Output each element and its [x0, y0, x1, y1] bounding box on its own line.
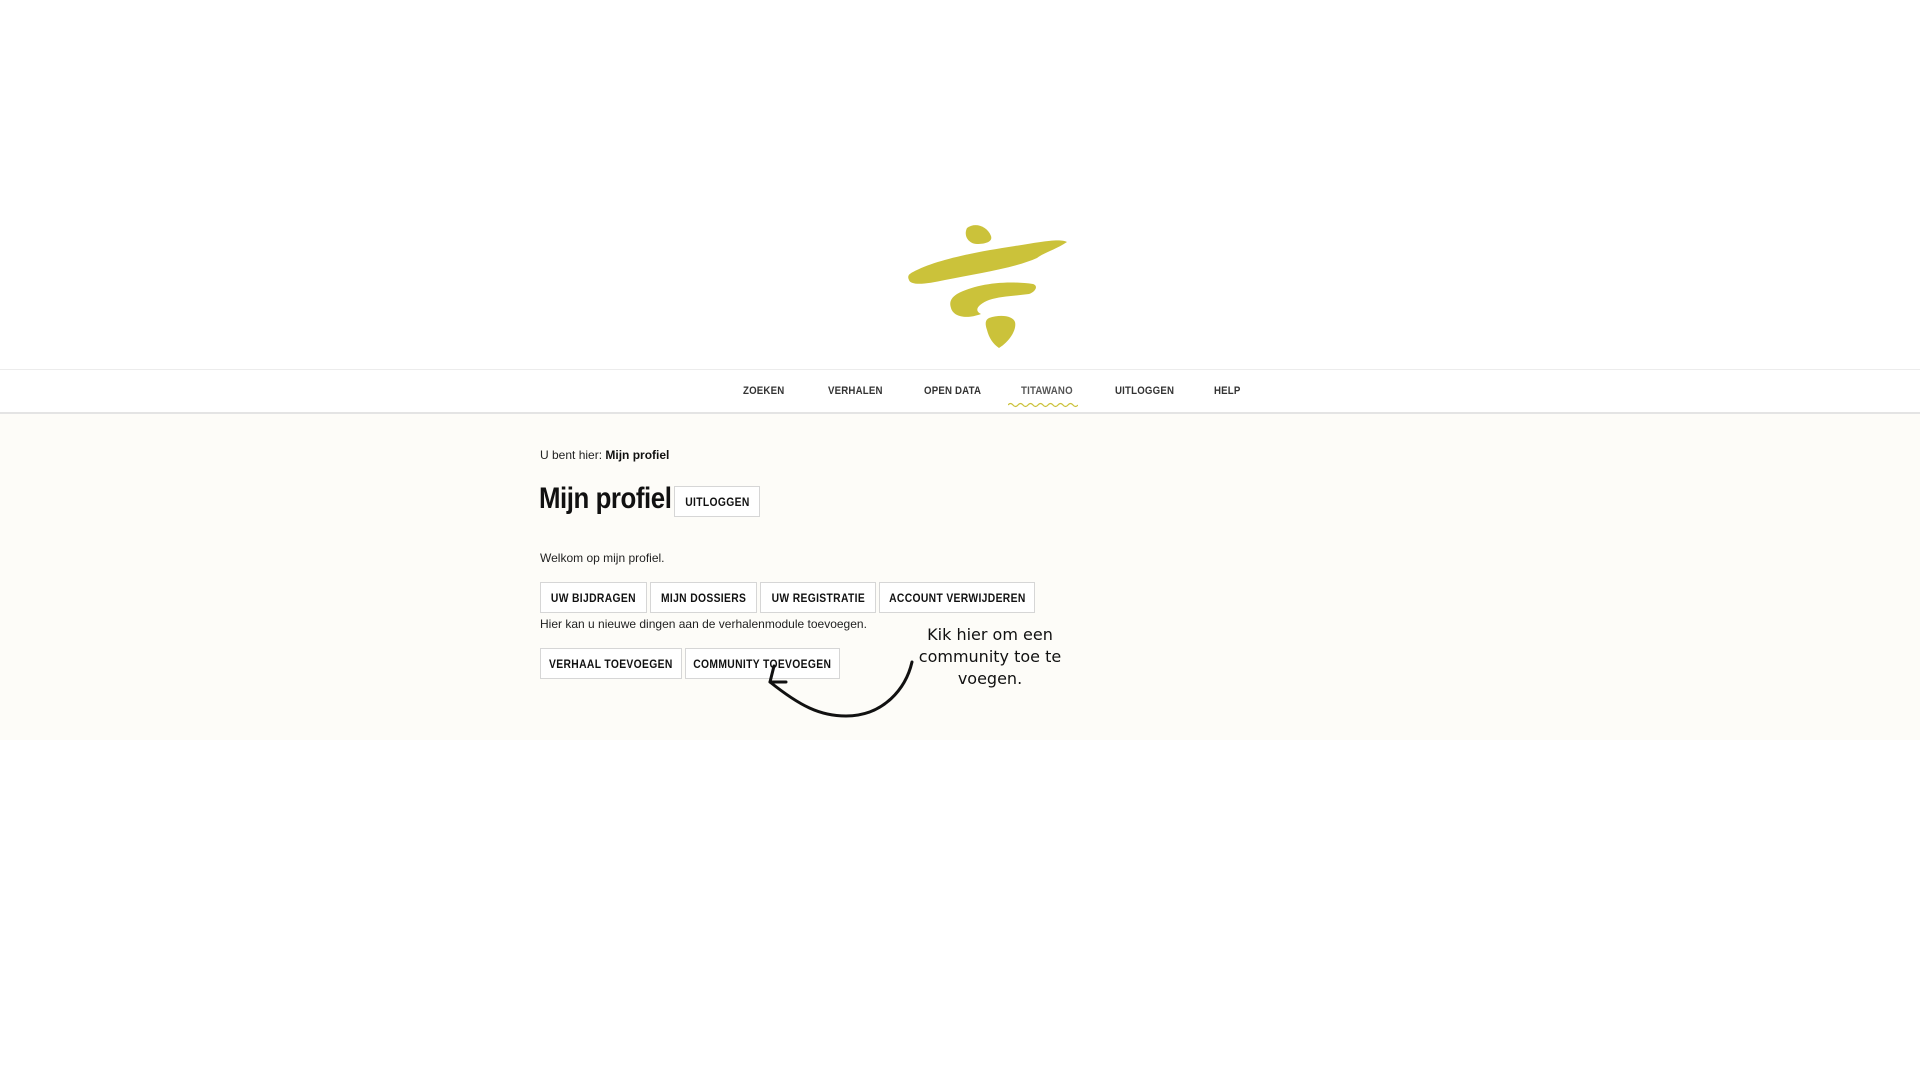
site-logo[interactable]	[905, 220, 1070, 350]
logout-button-label: UITLOGGEN	[684, 494, 750, 509]
breadcrumb-current: Mijn profiel	[605, 448, 670, 462]
nav-item-verhalen[interactable]: VERHALEN	[828, 385, 883, 397]
add-story-button-label: VERHAAL TOEVOEGEN	[549, 656, 673, 671]
tab-label: ACCOUNT VERWIJDEREN	[888, 590, 1026, 605]
nav-item-help[interactable]: HELP	[1214, 385, 1241, 397]
tab-uw-registratie[interactable]: UW REGISTRATIE	[760, 582, 876, 613]
tab-label: UW BIJDRAGEN	[551, 590, 636, 605]
annotation-text: Kik hier om een community toe te voegen.	[918, 625, 1062, 688]
nav-item-zoeken[interactable]: ZOEKEN	[743, 385, 784, 397]
breadcrumb: U bent hier: Mijn profiel	[540, 448, 669, 462]
main-nav: ZOEKEN VERHALEN OPEN DATA TITAWANO UITLO…	[0, 369, 1920, 414]
breadcrumb-prefix: U bent hier:	[540, 448, 603, 462]
tab-mijn-dossiers[interactable]: MIJN DOSSIERS	[650, 582, 757, 613]
active-nav-wavy-underline	[1008, 402, 1078, 408]
welcome-text: Welkom op mijn profiel.	[540, 551, 665, 565]
add-story-button[interactable]: VERHAAL TOEVOEGEN	[540, 648, 682, 679]
content-area	[0, 414, 1920, 740]
stacked-brush-strokes-logo-icon	[908, 225, 1067, 348]
logout-button[interactable]: UITLOGGEN	[674, 486, 760, 517]
tab-uw-bijdragen[interactable]: UW BIJDRAGEN	[540, 582, 647, 613]
curved-arrow-icon	[768, 660, 914, 718]
nav-item-open-data[interactable]: OPEN DATA	[924, 385, 981, 397]
nav-item-uitloggen[interactable]: UITLOGGEN	[1115, 385, 1174, 397]
add-hint-text: Hier kan u nieuwe dingen aan de verhalen…	[540, 617, 867, 631]
tab-label: MIJN DOSSIERS	[660, 590, 747, 605]
nav-item-titawano[interactable]: TITAWANO	[1021, 385, 1073, 397]
page-title: Mijn profiel	[539, 482, 672, 515]
tab-account-verwijderen[interactable]: ACCOUNT VERWIJDEREN	[879, 582, 1035, 613]
tab-label: UW REGISTRATIE	[771, 590, 865, 605]
